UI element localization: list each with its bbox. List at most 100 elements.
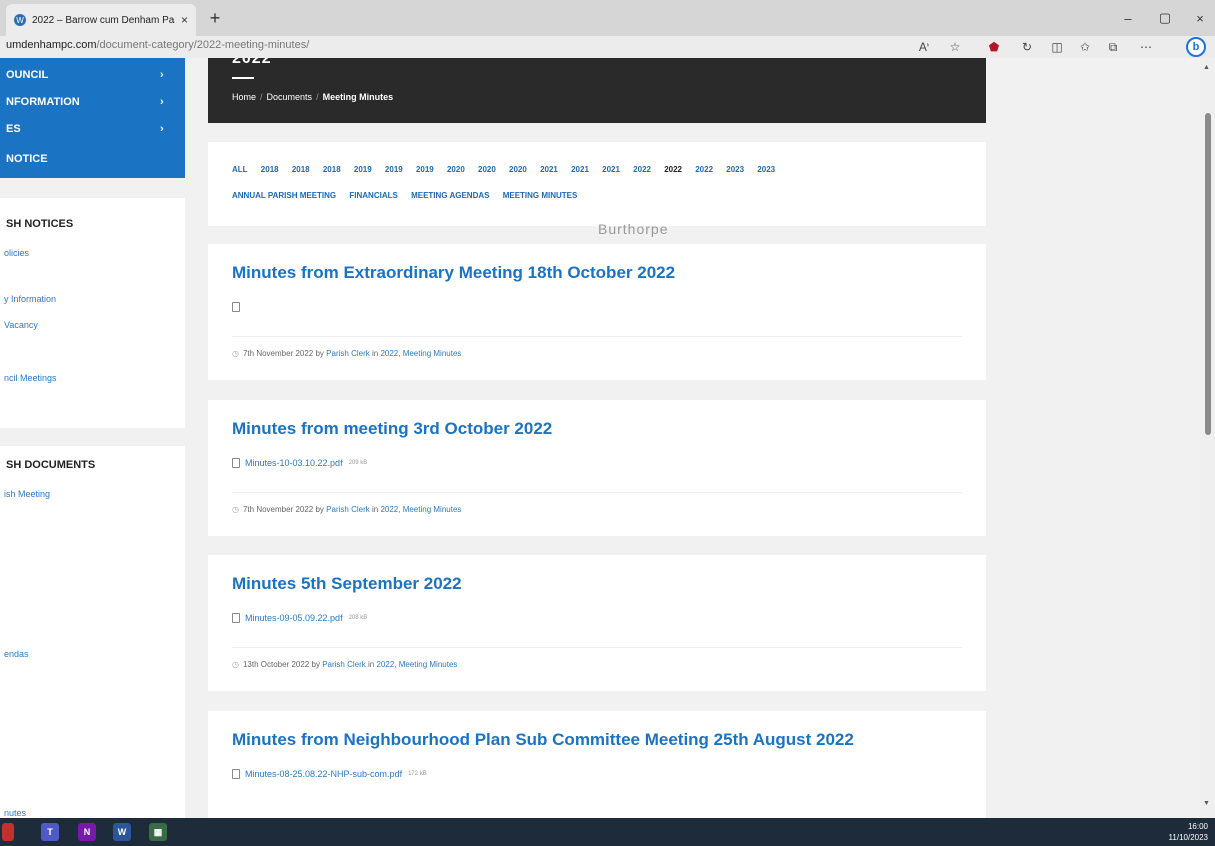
post-title[interactable]: Minutes 5th September 2022 [232, 574, 462, 594]
scrollbar-thumb[interactable] [1205, 113, 1211, 435]
post-date: 7th November 2022 [242, 505, 314, 514]
system-clock[interactable]: 16:00 11/10/2023 [1168, 821, 1208, 843]
post-categories-link[interactable]: 2022, Meeting Minutes [380, 505, 461, 514]
chevron-right-icon: › [160, 96, 164, 108]
browser-tab[interactable]: W 2022 – Barrow cum Denham Pari × [6, 4, 196, 36]
read-aloud-icon[interactable]: Aʰ [915, 38, 933, 56]
filter-year[interactable]: 2019 [354, 165, 372, 174]
filter-year[interactable]: 2022 [695, 165, 713, 174]
filter-category[interactable]: MEETING MINUTES [503, 191, 578, 200]
filter-category[interactable]: MEETING AGENDAS [411, 191, 489, 200]
breadcrumb-separator: / [260, 92, 263, 102]
page-title: 2022 [232, 58, 272, 67]
documents-link[interactable]: ish Meeting [4, 489, 50, 499]
attachment-link[interactable]: Minutes-10-03.10.22.pdf [245, 458, 343, 468]
filter-year[interactable]: 2018 [292, 165, 310, 174]
refresh-extension-icon[interactable]: ↻ [1018, 38, 1036, 56]
breadcrumb-documents[interactable]: Documents [267, 92, 313, 102]
post-author-link[interactable]: Parish Clerk [322, 660, 366, 669]
filter-year[interactable]: 2022 [633, 165, 651, 174]
documents-link[interactable]: nutes [4, 808, 26, 818]
close-window-button[interactable]: × [1185, 6, 1215, 30]
shield-extension-icon[interactable]: ⬟ [985, 38, 1003, 56]
title-underline [232, 77, 254, 79]
teams-icon[interactable]: T [41, 823, 59, 841]
menu-item-es[interactable]: ES › [0, 116, 185, 142]
word-icon[interactable]: W [113, 823, 131, 841]
pdf-file-icon [232, 613, 240, 623]
post-author-link[interactable]: Parish Clerk [326, 505, 370, 514]
new-tab-button[interactable]: + [203, 6, 227, 30]
filter-category[interactable]: ANNUAL PARISH MEETING [232, 191, 336, 200]
post-by: by [311, 660, 320, 669]
menu-item-label: OUNCIL [6, 69, 49, 81]
menu-item-information[interactable]: NFORMATION › [0, 89, 185, 115]
post-title[interactable]: Minutes from Neighbourhood Plan Sub Comm… [232, 730, 854, 750]
tab-title: 2022 – Barrow cum Denham Pari [32, 14, 175, 26]
acrobat-icon[interactable] [2, 823, 14, 841]
notices-link[interactable]: olicies [4, 248, 29, 258]
close-tab-icon[interactable]: × [181, 13, 188, 27]
filter-year[interactable]: 2020 [478, 165, 496, 174]
chevron-right-icon: › [160, 69, 164, 81]
post-meta: ◷ 13th October 2022 by Parish Clerk in 20… [232, 660, 457, 669]
filter-year[interactable]: 2021 [602, 165, 620, 174]
filter-year[interactable]: 2021 [571, 165, 589, 174]
filter-year[interactable]: 2023 [757, 165, 775, 174]
collections-icon[interactable]: ⧉ [1104, 38, 1122, 56]
file-size: 172 kB [408, 771, 427, 777]
filter-year[interactable]: 2019 [385, 165, 403, 174]
attachment-link[interactable]: Minutes-09-05.09.22.pdf [245, 613, 343, 623]
onenote-icon[interactable]: N [78, 823, 96, 841]
filter-year-active[interactable]: 2022 [664, 165, 682, 174]
split-screen-icon[interactable]: ◫ [1048, 38, 1066, 56]
post-author-link[interactable]: Parish Clerk [326, 349, 370, 358]
filter-category[interactable]: FINANCIALS [349, 191, 397, 200]
attachment-link[interactable]: Minutes-08-25.08.22-NHP-sub-com.pdf [245, 769, 402, 779]
notices-link[interactable]: ncil Meetings [4, 373, 57, 383]
document-icon [232, 302, 240, 312]
post-meta: ◷ 7th November 2022 by Parish Clerk in 20… [232, 349, 461, 358]
post-title[interactable]: Minutes from Extraordinary Meeting 18th … [232, 263, 675, 283]
post-card: Minutes from Neighbourhood Plan Sub Comm… [208, 711, 986, 818]
bing-icon[interactable]: b [1186, 37, 1206, 57]
sidebar-menu: OUNCIL › NFORMATION › ES › NOTICE [0, 58, 185, 178]
more-icon[interactable]: ⋯ [1137, 38, 1155, 56]
card-divider [232, 647, 962, 648]
post-date: 13th October 2022 [242, 660, 310, 669]
restore-button[interactable]: ▢ [1150, 6, 1180, 30]
menu-item-council[interactable]: OUNCIL › [0, 62, 185, 88]
scroll-down-icon[interactable]: ▼ [1203, 800, 1210, 807]
filter-year[interactable]: 2023 [726, 165, 744, 174]
scroll-up-icon[interactable]: ▲ [1203, 64, 1210, 71]
notices-link[interactable]: Vacancy [4, 320, 38, 330]
page-viewport: OUNCIL › NFORMATION › ES › NOTICE SH NOT… [0, 58, 1200, 818]
filter-year[interactable]: 2018 [323, 165, 341, 174]
windows-taskbar: T N W ▦ 16:00 11/10/2023 [0, 818, 1215, 846]
favorites-icon[interactable]: ✩ [1076, 38, 1094, 56]
clock-icon: ◷ [232, 505, 239, 514]
pdf-file-icon [232, 458, 240, 468]
post-categories-link[interactable]: 2022, Meeting Minutes [380, 349, 461, 358]
filter-all[interactable]: ALL [232, 165, 248, 174]
menu-item-notice[interactable]: NOTICE [0, 146, 185, 172]
clock-icon: ◷ [232, 349, 239, 358]
favorite-star-icon[interactable]: ☆ [946, 38, 964, 56]
documents-link[interactable]: endas [4, 649, 29, 659]
post-title[interactable]: Minutes from meeting 3rd October 2022 [232, 419, 552, 439]
notices-link[interactable]: y Information [4, 294, 56, 304]
url-field[interactable]: umdenhampc.com/document-category/2022-me… [6, 39, 309, 51]
calculator-icon[interactable]: ▦ [149, 823, 167, 841]
vertical-scrollbar[interactable]: ▲ ▼ [1200, 58, 1215, 818]
site-favicon-icon: W [14, 14, 26, 26]
filter-year[interactable]: 2020 [509, 165, 527, 174]
breadcrumb-home[interactable]: Home [232, 92, 256, 102]
filter-year[interactable]: 2018 [261, 165, 279, 174]
filter-year[interactable]: 2020 [447, 165, 465, 174]
post-categories-link[interactable]: 2022, Meeting Minutes [376, 660, 457, 669]
filter-year[interactable]: 2019 [416, 165, 434, 174]
filter-year[interactable]: 2021 [540, 165, 558, 174]
post-by: by [315, 349, 324, 358]
minimize-button[interactable]: – [1113, 6, 1143, 30]
post-in: in [368, 660, 375, 669]
